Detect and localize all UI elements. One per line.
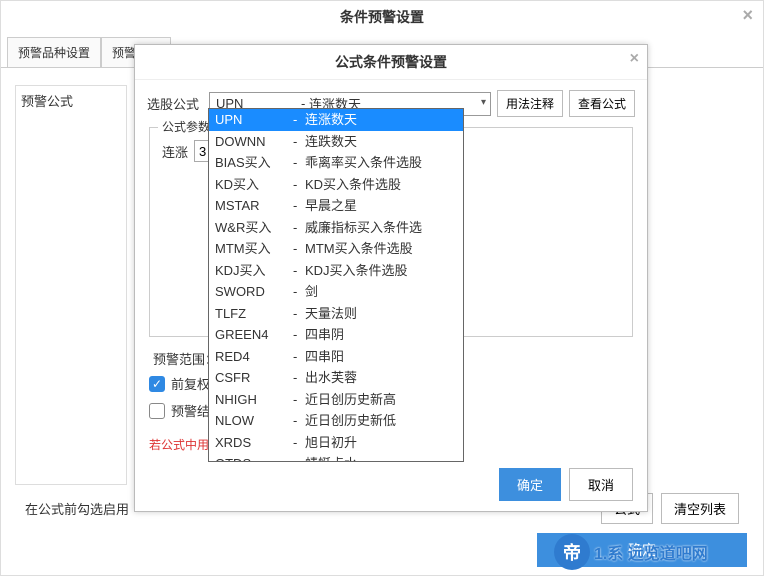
close-icon[interactable]: × [630,50,639,68]
fq-checkbox[interactable]: ✓ [149,376,165,392]
inner-title: 公式条件预警设置 × [135,45,647,80]
cancel-button[interactable]: 取消 [569,468,633,501]
dropdown-item[interactable]: QTDS-蜻蜓点水 [209,453,463,462]
dropdown-item-code: SWORD [215,282,293,302]
inner-button-row: 确定 取消 [499,468,633,501]
outer-title: 条件预警设置 × [1,1,763,33]
dropdown-item[interactable]: UPN-连涨数天 [209,109,463,131]
dropdown-item-code: MTM买入 [215,239,293,259]
dropdown-item-name: 出水芙蓉 [305,368,457,388]
dropdown-item-code: NLOW [215,411,293,431]
dropdown-item-code: DOWNN [215,132,293,152]
inner-title-text: 公式条件预警设置 [335,54,447,70]
dropdown-item[interactable]: KD买入-KD买入条件选股 [209,174,463,196]
dropdown-item-name: 蜻蜓点水 [305,454,457,462]
dropdown-item-code: TLFZ [215,304,293,324]
dropdown-item-name: 旭日初升 [305,433,457,453]
select-formula-label: 选股公式 [147,94,203,113]
dropdown-item-name: KDJ买入条件选股 [305,261,457,281]
dropdown-item-name: 连跌数天 [305,132,457,152]
dropdown-item[interactable]: NLOW-近日创历史新低 [209,410,463,432]
dropdown-item-dash: - [293,261,305,281]
dropdown-item[interactable]: CSFR-出水芙蓉 [209,367,463,389]
dropdown-item[interactable]: KDJ买入-KDJ买入条件选股 [209,260,463,282]
dropdown-item-name: 威廉指标买入条件选 [305,218,457,238]
enable-before-label: 在公式前勾选启用 [25,499,129,518]
dropdown-item-name: MTM买入条件选股 [305,239,457,259]
tab-species[interactable]: 预警品种设置 [7,37,101,67]
dropdown-item[interactable]: W&R买入-威廉指标买入条件选 [209,217,463,239]
dropdown-item[interactable]: MTM买入-MTM买入条件选股 [209,238,463,260]
dropdown-item-dash: - [293,282,305,302]
outer-confirm-label: 确定 [628,540,656,560]
dropdown-item[interactable]: DOWNN-连跌数天 [209,131,463,153]
dropdown-item-dash: - [293,110,305,130]
dropdown-item[interactable]: RED4-四串阳 [209,346,463,368]
dropdown-item-name: 近日创历史新高 [305,390,457,410]
chevron-down-icon: ▾ [481,97,486,108]
dropdown-item[interactable]: TLFZ-天量法则 [209,303,463,325]
dropdown-item-dash: - [293,390,305,410]
dropdown-item-name: KD买入条件选股 [305,175,457,195]
dropdown-item-code: NHIGH [215,390,293,410]
formula-dropdown-list[interactable]: UPN-连涨数天DOWNN-连跌数天BIAS买入-乖离率买入条件选股KD买入-K… [208,108,464,462]
param-label: 连涨 [162,142,188,161]
dropdown-item[interactable]: NHIGH-近日创历史新高 [209,389,463,411]
ok-button[interactable]: 确定 [499,468,561,501]
dropdown-item-code: RED4 [215,347,293,367]
result-checkbox-label: 预警结 [171,401,210,420]
dropdown-item-code: UPN [215,110,293,130]
dropdown-item-dash: - [293,153,305,173]
dropdown-item-name: 剑 [305,282,457,302]
dropdown-item[interactable]: XRDS-旭日初升 [209,432,463,454]
dropdown-item-dash: - [293,411,305,431]
dropdown-item-code: KD买入 [215,175,293,195]
outer-confirm-button[interactable]: 确定 [537,533,747,567]
clear-list-button[interactable]: 清空列表 [661,493,739,524]
dropdown-item-code: KDJ买入 [215,261,293,281]
dropdown-item-code: MSTAR [215,196,293,216]
left-panel [15,85,127,485]
dropdown-item-code: QTDS [215,454,293,462]
left-column-label: 预警公式 [21,91,73,110]
dropdown-item-dash: - [293,218,305,238]
dropdown-item-name: 早晨之星 [305,196,457,216]
dropdown-item[interactable]: MSTAR-早晨之星 [209,195,463,217]
dropdown-item-dash: - [293,132,305,152]
dropdown-item-dash: - [293,196,305,216]
dropdown-item-dash: - [293,368,305,388]
dropdown-item-code: W&R买入 [215,218,293,238]
result-checkbox[interactable] [149,403,165,419]
dropdown-item-code: GREEN4 [215,325,293,345]
dropdown-item-dash: - [293,175,305,195]
dropdown-item-name: 四串阴 [305,325,457,345]
dropdown-item-name: 天量法则 [305,304,457,324]
dropdown-item-name: 近日创历史新低 [305,411,457,431]
params-legend: 公式参数 [158,118,214,135]
dropdown-item-code: BIAS买入 [215,153,293,173]
dropdown-item-dash: - [293,433,305,453]
dropdown-item-dash: - [293,304,305,324]
dropdown-item-name: 乖离率买入条件选股 [305,153,457,173]
close-icon[interactable]: × [742,5,753,26]
dropdown-item[interactable]: GREEN4-四串阴 [209,324,463,346]
usage-note-button[interactable]: 用法注释 [497,90,563,117]
outer-title-text: 条件预警设置 [340,9,424,25]
dropdown-item-code: CSFR [215,368,293,388]
dropdown-item-dash: - [293,325,305,345]
dropdown-item-dash: - [293,347,305,367]
fq-checkbox-label: 前复权 [171,374,210,393]
view-formula-button[interactable]: 查看公式 [569,90,635,117]
dropdown-item-code: XRDS [215,433,293,453]
dropdown-item[interactable]: BIAS买入-乖离率买入条件选股 [209,152,463,174]
dropdown-item-name: 四串阳 [305,347,457,367]
dropdown-item-dash: - [293,454,305,462]
dropdown-item-dash: - [293,239,305,259]
dropdown-item-name: 连涨数天 [305,110,457,130]
dropdown-item[interactable]: SWORD-剑 [209,281,463,303]
